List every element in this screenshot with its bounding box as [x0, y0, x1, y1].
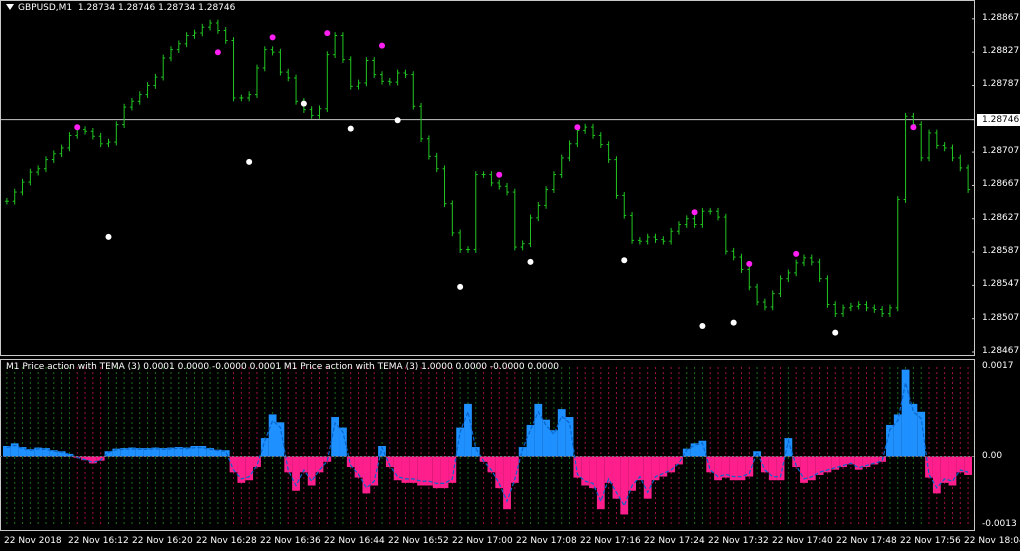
indicator-histogram-bar — [307, 456, 316, 486]
swing-high-marker — [574, 124, 581, 131]
indicator-histogram-bar — [925, 456, 933, 478]
indicator-histogram-bar — [464, 403, 472, 457]
swing-low-marker — [105, 233, 112, 240]
indicator-histogram-bar — [550, 430, 558, 457]
price-y-tick-label: 1.28827 — [982, 46, 1020, 57]
indicator-histogram-bar — [706, 456, 715, 473]
swing-low-marker — [730, 319, 737, 326]
indicator-histogram-bar — [393, 456, 402, 481]
indicator-histogram-bar — [690, 443, 699, 457]
price-chart-panel[interactable]: GBPUSD,M1 1.28734 1.28746 1.28734 1.2874… — [0, 0, 1020, 357]
dropdown-triangle-icon[interactable] — [6, 4, 14, 10]
indicator-histogram-bar — [721, 456, 730, 478]
x-tick-label: 22 Nov 17:00 — [452, 536, 513, 546]
x-tick-label: 22 Nov 17:24 — [644, 536, 705, 546]
indicator-panel[interactable]: M1 Price action with TEMA (3) 0.0001 0.0… — [0, 357, 1020, 533]
indicator-y-tick-label: 0.0017 — [982, 361, 1014, 371]
indicator-histogram-bar — [557, 409, 566, 457]
x-tick-label: 22 Nov 16:28 — [196, 536, 257, 546]
swing-high-marker — [691, 209, 698, 216]
indicator-histogram-bar — [471, 447, 480, 457]
indicator-histogram-bar — [315, 456, 324, 473]
indicator-histogram-bar — [909, 403, 918, 457]
price-y-tick-label: 1.28667 — [982, 179, 1020, 190]
indicator-histogram-bar — [596, 456, 605, 510]
indicator-histogram-bar — [831, 456, 840, 470]
x-tick-label: 22 Nov 17:16 — [580, 536, 641, 546]
swing-high-marker — [214, 49, 221, 56]
swing-high-marker — [269, 34, 276, 41]
swing-low-marker — [699, 323, 706, 330]
x-tick-label: 22 Nov 16:20 — [132, 536, 193, 546]
tema-line — [6, 382, 969, 508]
indicator-histogram-bar — [88, 456, 97, 464]
price-y-tick-label: 1.28467 — [982, 346, 1020, 356]
chart-symbol-header: GBPUSD,M1 1.28734 1.28746 1.28734 1.2874… — [6, 3, 235, 13]
price-y-tick-label: 1.28507 — [982, 312, 1020, 323]
price-y-tick-label: 1.28707 — [982, 146, 1020, 157]
indicator-histogram-bar — [753, 451, 762, 457]
x-tick-label: 22 Nov 17:40 — [772, 536, 833, 546]
indicator-title: M1 Price action with TEMA (3) 0.0001 0.0… — [6, 362, 559, 372]
swing-low-marker — [300, 100, 307, 107]
swing-low-marker — [246, 158, 253, 165]
indicator-histogram-bar — [542, 419, 551, 457]
swing-low-marker — [394, 117, 401, 124]
indicator-y-tick-label: -0.0013 — [982, 519, 1017, 529]
price-y-tick-label: 1.28787 — [982, 79, 1020, 90]
price-y-tick-label: 1.28867 — [982, 12, 1020, 23]
swing-low-marker — [621, 257, 628, 264]
swing-high-marker — [910, 124, 917, 131]
swing-high-marker — [379, 42, 386, 49]
x-tick-label: 22 Nov 16:44 — [324, 536, 385, 546]
x-tick-label: 22 Nov 16:52 — [388, 536, 449, 546]
x-tick-label: 22 Nov 18:04 — [964, 536, 1020, 546]
indicator-histogram-bar — [948, 456, 957, 486]
price-chart-svg — [0, 18, 975, 353]
swing-low-marker — [832, 329, 839, 336]
indicator-histogram-bar — [268, 414, 277, 457]
swing-high-marker — [746, 260, 753, 267]
current-price-tag: 1.28746 — [977, 113, 1020, 126]
swing-high-marker — [496, 171, 503, 178]
swing-low-marker — [457, 283, 464, 290]
swing-low-marker — [347, 125, 354, 132]
x-tick-label: 22 Nov 17:32 — [708, 536, 769, 546]
swing-low-marker — [527, 258, 534, 265]
indicator-histogram-bar — [675, 456, 683, 465]
price-y-tick-label: 1.28587 — [982, 246, 1020, 257]
ohlc-values: 1.28734 1.28746 1.28734 1.28746 — [77, 3, 236, 13]
x-tick-label: 22 Nov 2018 — [4, 536, 62, 546]
x-tick-label: 22 Nov 16:36 — [260, 536, 321, 546]
swing-high-marker — [74, 124, 81, 131]
swing-high-marker — [793, 250, 800, 257]
indicator-histogram-bar — [362, 456, 371, 494]
x-tick-label: 22 Nov 17:56 — [900, 536, 961, 546]
indicator-histogram-bar — [901, 369, 910, 457]
symbol-label: GBPUSD,M1 — [18, 3, 73, 13]
indicator-histogram-bar — [18, 447, 27, 457]
x-tick-label: 22 Nov 16:12 — [68, 536, 129, 546]
x-tick-label: 22 Nov 17:08 — [516, 536, 577, 546]
indicator-histogram-bar — [815, 456, 824, 475]
price-y-tick-label: 1.28627 — [982, 212, 1020, 223]
indicator-y-tick-label: 0.00 — [982, 450, 1003, 461]
price-y-tick-label: 1.28547 — [982, 279, 1020, 290]
indicator-histogram-bar — [620, 456, 629, 515]
swing-high-marker — [324, 30, 331, 37]
indicator-histogram-bar — [526, 424, 535, 457]
x-tick-label: 22 Nov 17:48 — [836, 536, 897, 546]
indicator-histogram-bar — [854, 456, 863, 470]
indicator-svg — [0, 367, 975, 525]
